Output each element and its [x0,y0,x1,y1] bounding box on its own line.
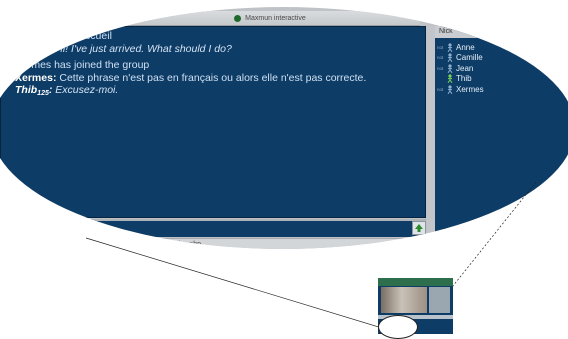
user-tag: not [437,44,444,50]
window-titlebar[interactable]: Maxmun interactive [120,11,420,26]
chat-line: Thib125: Excusez-moi. [15,84,425,101]
user-name: Thib [456,74,472,84]
user-list-panel: Nick not Anne not Camille not Jean Thib [435,26,568,249]
user-list-item[interactable]: not Jean [437,63,484,74]
person-icon [447,74,453,84]
user-list-header[interactable]: Nick [435,26,568,38]
send-button[interactable] [412,221,426,235]
user-name: Anne [456,42,475,52]
username-subscript: 125 [37,90,49,98]
person-icon [447,53,453,63]
status-text: Echoirardes.nbp [150,241,201,248]
user-list-item[interactable]: not Camille [437,53,484,64]
system-message: Xermes has joined the group [15,59,150,72]
user-name: Camille [456,53,483,63]
chat-log[interactable]: Bienvenue et accueil Thib125: Hi! I've j… [0,26,426,218]
zoomed-chat-window: Maxmun interactive Bienvenue et accueil … [0,7,568,249]
user-list: not Anne not Camille not Jean Thib not X… [437,42,484,95]
user-tag: not [437,86,444,92]
arrow-up-icon [415,224,423,232]
message-input[interactable] [0,219,426,237]
system-message: Bienvenue et accueil [15,30,112,42]
user-name: Jean [456,63,474,73]
user-name: Xermes [456,84,484,94]
chat-line: Bienvenue et accueil [15,30,425,43]
panel-splitter[interactable] [427,26,435,249]
chat-username: Xermes: [15,71,57,84]
user-list-item[interactable]: not Anne [437,42,484,53]
thumbnail-sidebar [429,287,450,313]
user-tag: not [437,65,444,71]
user-tag: not [437,55,444,61]
chat-username: Thib125: [15,84,53,98]
window-title: Maxmun interactive [245,14,306,22]
username-subscript: 125 [37,48,49,56]
person-icon [447,85,453,94]
chat-line: Xermes has joined the group [15,59,425,72]
magnify-line-left [85,237,393,332]
chat-message-text: Excusez-moi. [55,84,119,97]
chat-message-text: Cette phrase n'est pas en français ou al… [59,71,367,84]
user-list-item[interactable]: Thib [437,74,484,85]
status-dot-icon [234,14,242,22]
thumbnail-header [378,278,453,286]
person-icon [447,64,453,73]
chat-message-text: Hi! I've just arrived. What should I do? [55,42,232,55]
chat-line: Xermes: Cette phrase n'est pas en frança… [15,72,425,85]
user-list-item[interactable]: not Xermes [437,84,484,95]
chat-username: Thib125: [15,42,53,56]
status-bar: Echoirardes.nbp [0,238,430,249]
chat-line: Thib125: Hi! I've just arrived. What sho… [15,43,425,60]
person-icon [447,43,453,52]
magnifier-origin-bubble [378,315,418,339]
thumbnail-photo [381,287,427,313]
